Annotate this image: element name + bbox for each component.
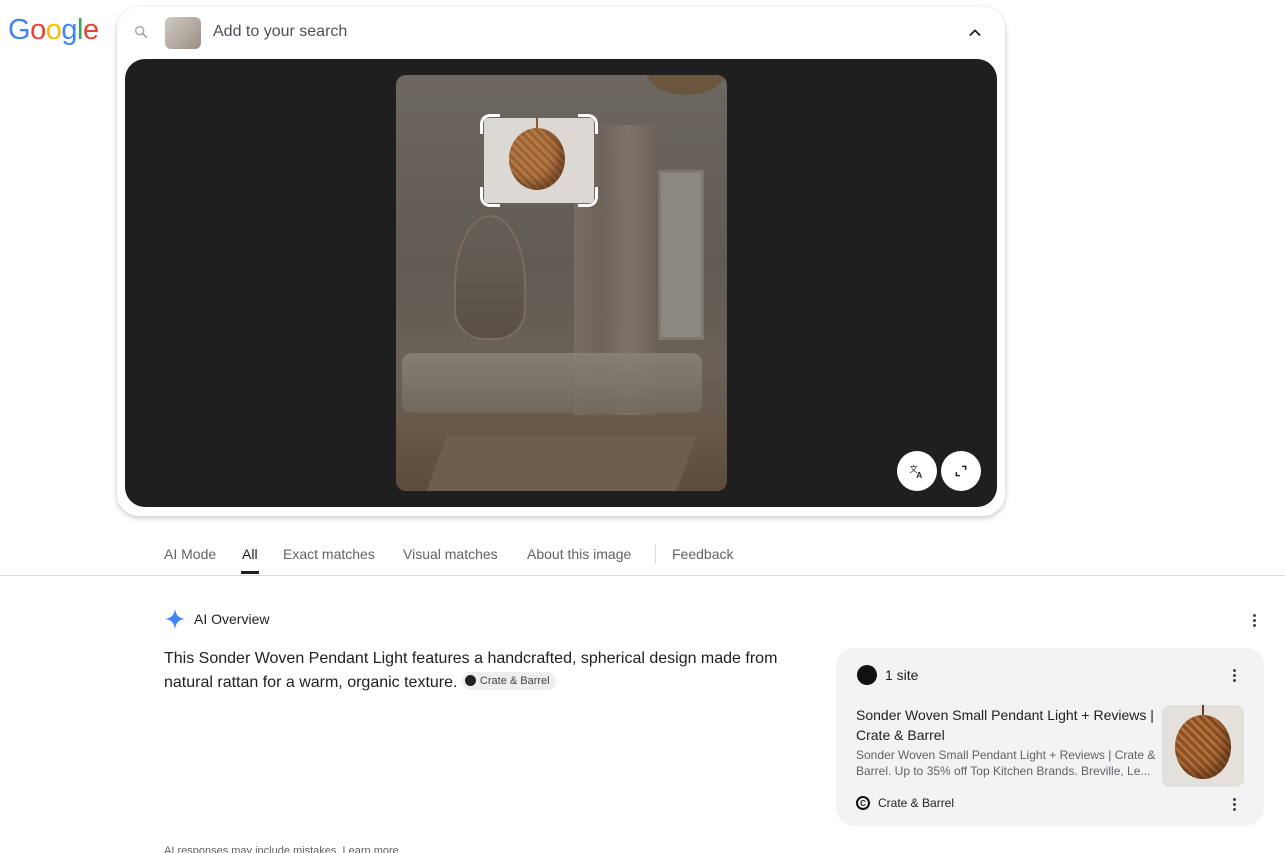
crate-barrel-favicon <box>464 675 476 686</box>
source-link-title[interactable]: Sonder Woven Small Pendant Light + Revie… <box>856 705 1156 745</box>
logo-letter: G <box>8 14 31 46</box>
tab-about-this-image[interactable]: About this image <box>527 546 631 562</box>
gemini-sparkle-icon <box>164 608 186 630</box>
crop-handle[interactable] <box>578 114 598 134</box>
svg-text:A: A <box>916 471 922 480</box>
translate-icon: 文A <box>910 464 923 480</box>
result-tabs: AI Mode All Exact matches Visual matches… <box>0 530 1285 576</box>
active-tab-indicator <box>241 571 259 574</box>
chevron-up-icon[interactable] <box>967 25 983 41</box>
source-chip-label: Crate & Barrel <box>479 674 550 687</box>
search-input[interactable]: Add to your search <box>213 23 347 41</box>
feedback-link[interactable]: Feedback <box>672 546 733 562</box>
google-logo[interactable]: Google <box>8 14 99 47</box>
lens-search-card: Add to your search 文A <box>117 7 1005 516</box>
crop-handle[interactable] <box>480 187 500 207</box>
tab-ai-mode[interactable]: AI Mode <box>164 546 216 562</box>
expand-icon <box>955 465 967 477</box>
ai-overview-title: AI Overview <box>194 611 270 627</box>
source-thumbnail[interactable] <box>1162 705 1244 787</box>
tab-all[interactable]: All <box>242 546 258 562</box>
query-image-thumbnail[interactable] <box>165 17 201 49</box>
sources-count-label: 1 site <box>885 667 919 683</box>
pendant-lamp-image <box>509 128 565 190</box>
sources-card: 1 site Sonder Woven Small Pendant Light … <box>836 648 1264 826</box>
search-bar[interactable]: Add to your search <box>117 7 1005 59</box>
translate-button[interactable]: 文A <box>897 451 937 491</box>
pendant-lamp-image <box>1175 715 1231 779</box>
search-icon <box>135 25 148 39</box>
ai-overview-header: AI Overview <box>164 608 269 630</box>
source-site[interactable]: C Crate & Barrel <box>856 796 954 810</box>
more-options-icon[interactable] <box>1233 798 1237 812</box>
ai-overview-text: This Sonder Woven Pendant Light features… <box>164 647 804 695</box>
logo-letter: o <box>30 14 46 46</box>
crop-selection-box[interactable] <box>480 114 598 207</box>
logo-letter: g <box>61 14 77 46</box>
source-chip[interactable]: Crate & Barrel <box>461 671 556 690</box>
lens-image-panel: 文A <box>125 59 997 507</box>
crop-handle[interactable] <box>480 114 500 134</box>
crop-handle[interactable] <box>578 187 598 207</box>
sources-count[interactable]: 1 site <box>857 665 918 685</box>
crate-barrel-favicon <box>857 665 877 685</box>
more-options-icon[interactable] <box>1233 669 1237 683</box>
more-options-icon[interactable] <box>1253 614 1257 628</box>
tab-divider <box>655 544 656 564</box>
crate-barrel-logo-icon: C <box>856 796 870 810</box>
logo-letter: e <box>82 14 99 46</box>
source-snippet: Sonder Woven Small Pendant Light + Revie… <box>856 748 1156 778</box>
expand-button[interactable] <box>941 451 981 491</box>
logo-letter: o <box>45 14 62 46</box>
source-site-name: Crate & Barrel <box>878 796 955 810</box>
tab-visual-matches[interactable]: Visual matches <box>403 546 498 562</box>
ai-disclaimer: AI responses may include mistakes. Learn… <box>164 845 399 853</box>
tab-exact-matches[interactable]: Exact matches <box>283 546 375 562</box>
